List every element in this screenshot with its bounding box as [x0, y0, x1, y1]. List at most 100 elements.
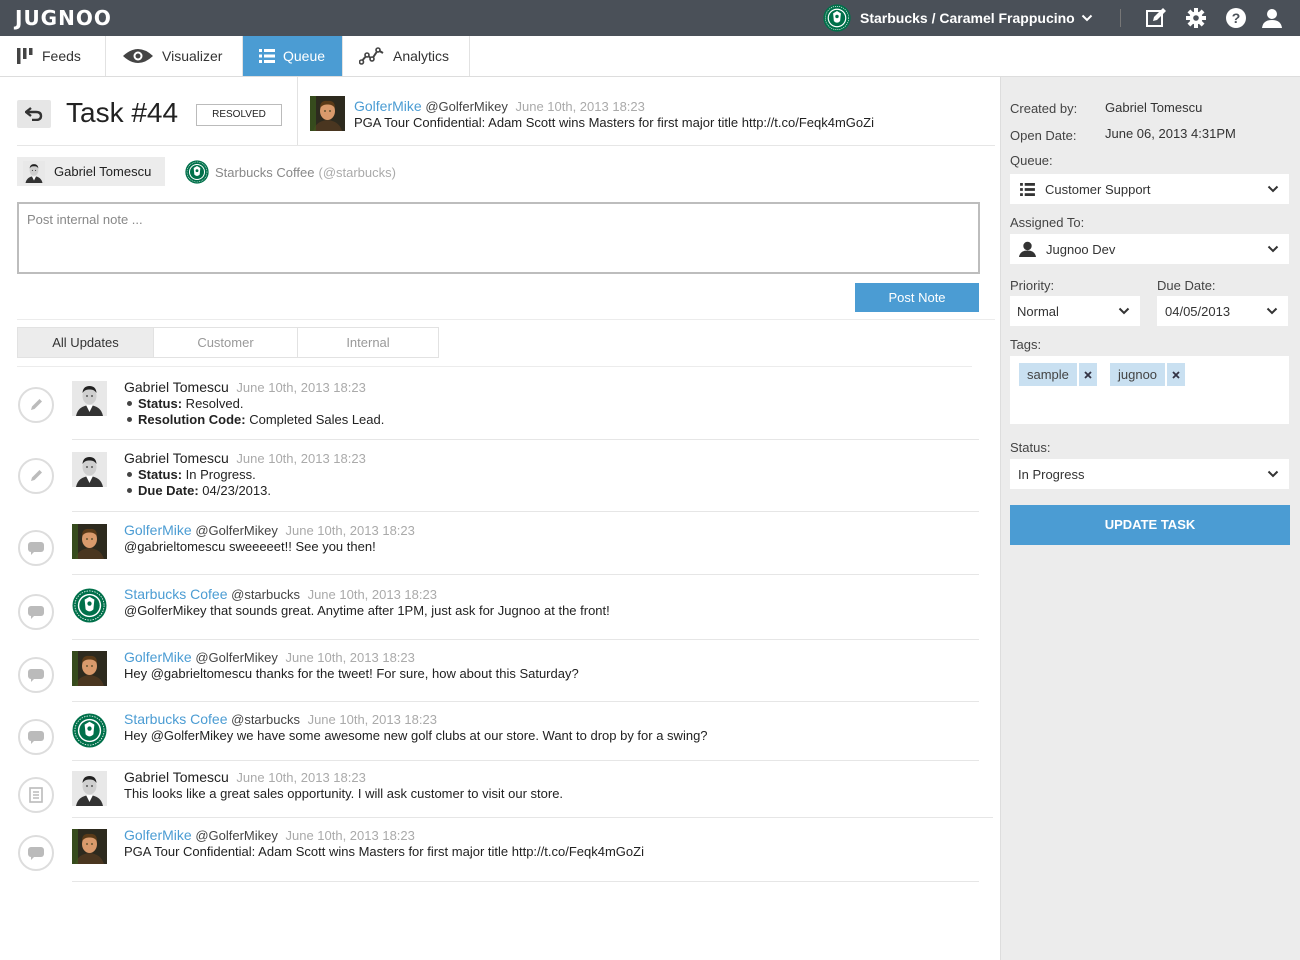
activity-type-badge	[18, 458, 54, 494]
user-profile-icon[interactable]	[1261, 7, 1283, 29]
feed-handle: @starbucks	[231, 712, 300, 727]
divider	[17, 319, 995, 320]
status-badge: RESOLVED	[196, 104, 282, 126]
bullet	[127, 401, 132, 407]
tab-customer[interactable]: Customer	[154, 328, 298, 357]
assigned-to-label: Assigned To:	[1010, 215, 1085, 230]
back-button[interactable]	[17, 100, 51, 128]
chevron-down-icon	[1267, 185, 1279, 193]
open-date-label: Open Date:	[1010, 128, 1077, 143]
nav-tab-label: Analytics	[393, 48, 450, 64]
nav-tab-visualizer[interactable]: Visualizer	[106, 36, 243, 76]
avatar[interactable]	[72, 829, 107, 864]
remove-tag-button[interactable]	[1167, 363, 1186, 386]
remove-tag-button[interactable]	[1078, 363, 1097, 386]
feed-detail-line: Resolution Code: Completed Sales Lead.	[124, 412, 384, 427]
feed-author[interactable]: GolferMike	[124, 827, 192, 843]
note-icon	[29, 787, 43, 803]
feed-timestamp: June 10th, 2013 18:23	[285, 650, 415, 665]
avatar[interactable]	[72, 771, 107, 806]
feed-author[interactable]: Starbucks Cofee	[124, 711, 228, 727]
gear-icon[interactable]	[1185, 7, 1207, 29]
tag-label: jugnoo	[1110, 363, 1166, 386]
tab-all-updates[interactable]: All Updates	[18, 328, 154, 357]
internal-note-input[interactable]	[17, 202, 980, 274]
top-bar: JUGNOO Starbucks / Caramel Frappucino ?	[0, 0, 1300, 36]
status-value: In Progress	[1018, 466, 1085, 482]
tags-input[interactable]: sample jugnoo	[1010, 356, 1289, 424]
activity-type-badge	[18, 530, 54, 566]
divider	[17, 366, 972, 367]
activity-type-badge	[18, 657, 54, 693]
post-note-button[interactable]: Post Note	[855, 283, 979, 312]
detail-value: In Progress.	[182, 467, 256, 482]
chevron-down-icon	[1267, 470, 1279, 478]
feed-text: @gabrieltomescu sweeeeet!! See you then!	[124, 539, 376, 554]
bullet	[127, 472, 132, 478]
feed-author: Gabriel Tomescu	[124, 450, 229, 466]
app-logo[interactable]: JUGNOO	[15, 8, 112, 28]
task-details-sidebar: Created by: Gabriel Tomescu Open Date: J…	[1000, 77, 1300, 960]
avatar[interactable]	[72, 381, 107, 416]
task-main-panel: Task #44 RESOLVED GolferMike @GolferMike…	[0, 77, 1000, 960]
avatar[interactable]	[310, 96, 345, 131]
open-date-value: June 06, 2013 4:31PM	[1105, 126, 1236, 141]
priority-select[interactable]: Normal	[1010, 296, 1140, 326]
queue-select[interactable]: Customer Support	[1010, 174, 1289, 204]
tag-chip: sample	[1019, 363, 1097, 386]
nav-tab-analytics[interactable]: Analytics	[343, 36, 470, 76]
list-icon	[1020, 182, 1035, 196]
feed-text: Hey @gabrieltomescu thanks for the tweet…	[124, 666, 579, 681]
nav-tab-queue[interactable]: Queue	[243, 36, 343, 76]
feed-timestamp: June 10th, 2013 18:23	[236, 770, 366, 785]
comment-icon	[28, 542, 44, 555]
brand-selector[interactable]: Starbucks / Caramel Frappucino	[823, 4, 1093, 32]
update-task-button[interactable]: UPDATE TASK	[1010, 505, 1290, 545]
tweet-user-name[interactable]: GolferMike	[354, 98, 422, 114]
divider	[72, 511, 979, 512]
divider	[72, 701, 979, 702]
agent-chip[interactable]: Gabriel Tomescu	[17, 157, 165, 186]
feed-author[interactable]: GolferMike	[124, 649, 192, 665]
chevron-down-icon	[1266, 307, 1278, 315]
eye-icon	[123, 49, 153, 63]
feed-handle: @GolferMikey	[195, 523, 278, 538]
list-icon	[259, 49, 275, 63]
avatar[interactable]	[72, 524, 107, 559]
avatar[interactable]	[72, 452, 107, 487]
tab-internal[interactable]: Internal	[298, 328, 438, 357]
assigned-to-select[interactable]: Jugnoo Dev	[1010, 234, 1289, 264]
feed-text: This looks like a great sales opportunit…	[124, 786, 564, 801]
feed-detail-line: Due Date: 04/23/2013.	[124, 483, 271, 498]
status-select[interactable]: In Progress	[1010, 459, 1289, 489]
feeds-icon	[17, 48, 33, 64]
analytics-icon	[359, 47, 384, 65]
help-icon[interactable]: ?	[1225, 7, 1247, 29]
divider	[72, 574, 979, 575]
chevron-down-icon	[1267, 245, 1279, 253]
tag-label: sample	[1019, 363, 1077, 386]
avatar[interactable]	[72, 588, 107, 623]
feed-author[interactable]: Starbucks Cofee	[124, 586, 228, 602]
detail-key: Resolution Code:	[138, 412, 246, 427]
detail-key: Status:	[138, 396, 183, 411]
customer-chip[interactable]: Starbucks Coffee (@starbucks)	[185, 160, 396, 184]
avatar[interactable]	[72, 651, 107, 686]
top-divider	[1120, 9, 1121, 27]
nav-tab-feeds[interactable]: Feeds	[0, 36, 106, 76]
due-date-select[interactable]: 04/05/2013	[1157, 296, 1288, 326]
avatar[interactable]	[72, 713, 107, 748]
compose-icon[interactable]	[1145, 7, 1167, 29]
detail-value: Resolved.	[182, 396, 244, 411]
feed-text: PGA Tour Confidential: Adam Scott wins M…	[124, 844, 644, 859]
queue-value: Customer Support	[1045, 181, 1151, 197]
feed-detail-line: Status: In Progress.	[124, 467, 256, 482]
due-date-label: Due Date:	[1157, 278, 1216, 293]
tag-chip: jugnoo	[1110, 363, 1186, 386]
comment-icon	[28, 606, 44, 619]
detail-key: Due Date:	[138, 483, 199, 498]
feed-author[interactable]: GolferMike	[124, 522, 192, 538]
undo-icon	[25, 107, 43, 121]
feed-handle: @GolferMikey	[195, 650, 278, 665]
feed-timestamp: June 10th, 2013 18:23	[307, 712, 437, 727]
